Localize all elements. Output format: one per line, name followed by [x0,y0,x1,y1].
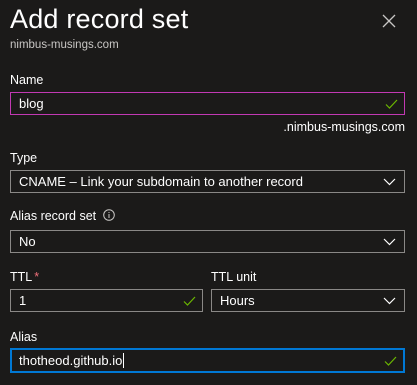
domain-suffix: .nimbus-musings.com [283,120,405,134]
alias-label: Alias [10,330,38,344]
chevron-down-icon [383,297,396,305]
alias-record-set-dropdown[interactable]: No [10,230,405,253]
alias-record-set-value: No [19,234,36,249]
ttl-unit-dropdown[interactable]: Hours [211,289,405,312]
info-icon[interactable] [103,209,115,221]
close-icon [380,12,398,30]
checkmark-icon [183,296,196,306]
chevron-down-icon [383,178,396,186]
page-title: Add record set [10,4,189,34]
checkmark-icon [385,99,398,109]
type-value: CNAME – Link your subdomain to another r… [19,174,303,189]
name-label: Name [10,73,44,87]
type-label: Type [10,151,38,165]
ttl-input[interactable]: 1 [10,289,203,312]
chevron-down-icon [383,238,396,246]
name-value: blog [19,96,44,111]
close-button[interactable] [380,12,398,30]
alias-value: thotheod.github.io [19,353,123,368]
type-dropdown[interactable]: CNAME – Link your subdomain to another r… [10,170,405,193]
checkmark-icon [384,356,397,366]
ttl-unit-label: TTL unit [211,270,257,284]
text-caret [123,353,125,368]
ttl-value: 1 [19,293,27,308]
required-marker: * [34,270,40,284]
ttl-unit-value: Hours [220,293,255,308]
name-input[interactable]: blog [10,92,405,115]
alias-record-set-label: Alias record set [10,209,115,223]
ttl-label: TTL * [10,270,40,284]
add-record-set-panel: Add record set nimbus-musings.com Name b… [0,0,417,385]
page-subtitle: nimbus-musings.com [10,39,119,51]
alias-input[interactable]: thotheod.github.io [10,348,405,373]
